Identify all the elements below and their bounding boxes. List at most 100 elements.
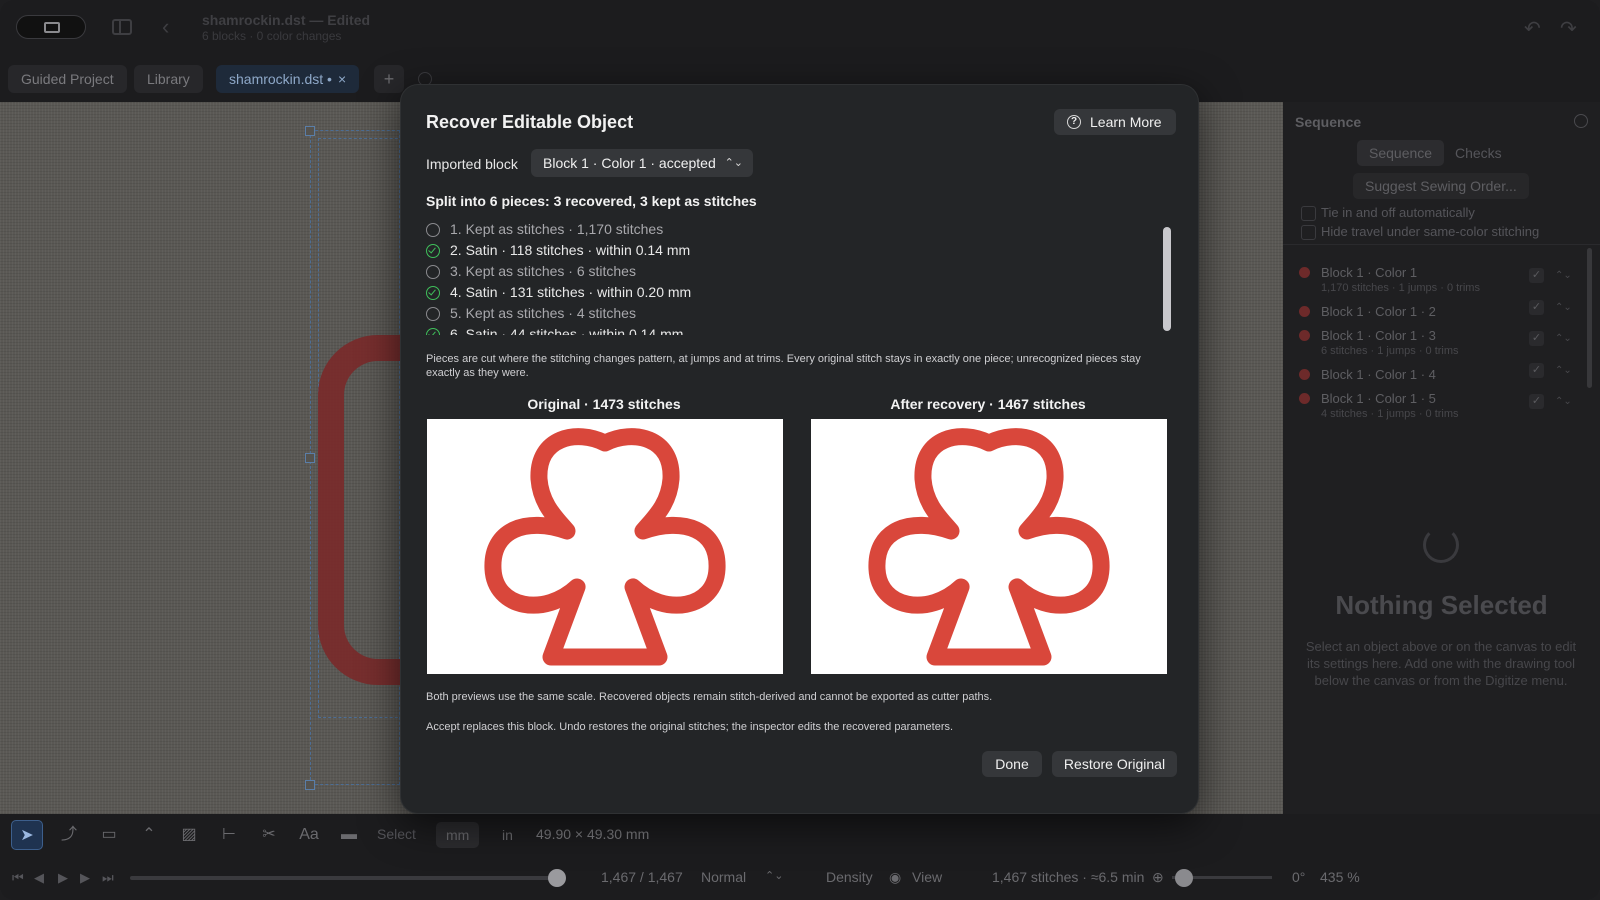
chevron-updown-icon: ⌃⌄ bbox=[724, 157, 743, 169]
ruler-tool-icon[interactable]: ▬ bbox=[333, 820, 365, 850]
visible-checkbox[interactable]: ✓ bbox=[1529, 394, 1544, 409]
reorder-icon[interactable]: ⌃⌄ bbox=[1555, 333, 1572, 344]
scrubber-knob[interactable] bbox=[548, 869, 566, 887]
list-item[interactable]: 6. Satin · 44 stitches · within 0.14 mm bbox=[426, 324, 1166, 335]
segment-sequence[interactable]: Sequence bbox=[1357, 140, 1445, 166]
skip-end-icon[interactable]: ⏭ bbox=[102, 870, 114, 886]
sidebar-toggle-icon[interactable] bbox=[112, 19, 132, 35]
color-swatch bbox=[1299, 369, 1310, 380]
reorder-icon[interactable]: ⌃⌄ bbox=[1555, 396, 1572, 407]
list-item[interactable]: Block 1 · Color 1 · 2 bbox=[1299, 304, 1436, 319]
check-circle-icon bbox=[426, 286, 440, 300]
after-preview-label: After recovery · 1467 stitches bbox=[890, 396, 1086, 412]
tab-label: Library bbox=[147, 71, 190, 87]
list-item[interactable]: Block 1 · Color 1 · 4 bbox=[1299, 367, 1436, 382]
density-toggle[interactable]: Density bbox=[826, 869, 873, 885]
tab-guided-project[interactable]: Guided Project bbox=[8, 65, 127, 93]
new-tab-button[interactable]: + bbox=[374, 65, 404, 93]
reorder-icon[interactable]: ⌃⌄ bbox=[1555, 365, 1572, 376]
tie-in-checkbox[interactable]: Tie in and off automatically bbox=[1301, 205, 1475, 221]
restore-original-button[interactable]: Restore Original bbox=[1052, 751, 1177, 777]
imported-block-value: Block 1 · Color 1 · accepted bbox=[543, 155, 716, 171]
view-menu[interactable]: View bbox=[912, 869, 942, 885]
select-tool-icon[interactable]: ➤ bbox=[11, 820, 43, 850]
resize-handle[interactable] bbox=[305, 780, 315, 790]
status-circle-icon bbox=[426, 265, 440, 279]
tab-label: Guided Project bbox=[21, 71, 114, 87]
imported-block-label: Imported block bbox=[426, 156, 518, 172]
scissors-icon[interactable]: ✂ bbox=[253, 820, 285, 850]
eye-icon: ◉ bbox=[889, 869, 902, 885]
block-name: Block 1 · Color 1 · 3 bbox=[1321, 328, 1436, 343]
list-item[interactable]: Block 1 · Color 1 1,170 stitches · 1 jump… bbox=[1299, 265, 1480, 294]
learn-more-button[interactable]: ? Learn More bbox=[1054, 109, 1176, 135]
visible-checkbox[interactable]: ✓ bbox=[1529, 300, 1544, 315]
reorder-icon[interactable]: ⌃⌄ bbox=[1555, 270, 1572, 281]
check-circle-icon bbox=[426, 328, 440, 335]
path-tool-icon[interactable]: ⤴ bbox=[53, 820, 85, 850]
list-item[interactable]: 2. Satin · 118 stitches · within 0.14 mm bbox=[426, 240, 1166, 261]
color-swatch bbox=[1299, 393, 1310, 404]
play-icon[interactable]: ▶ bbox=[58, 870, 68, 886]
hide-travel-checkbox[interactable]: Hide travel under same-color stitching bbox=[1300, 224, 1539, 240]
list-item[interactable]: 3. Kept as stitches · 6 stitches bbox=[426, 261, 1166, 282]
close-tab-icon[interactable]: × bbox=[338, 71, 346, 87]
shamrock-outline bbox=[484, 428, 726, 666]
skip-start-icon[interactable]: ⏮ bbox=[12, 870, 24, 886]
resize-handle[interactable] bbox=[305, 126, 315, 136]
text-tool-icon[interactable]: Aa bbox=[293, 820, 325, 850]
tab-library[interactable]: Library bbox=[134, 65, 203, 93]
playback-scrubber[interactable] bbox=[130, 876, 562, 880]
resize-handle[interactable] bbox=[305, 453, 315, 463]
visible-checkbox[interactable]: ✓ bbox=[1529, 331, 1544, 346]
target-icon: ⊕ bbox=[1152, 869, 1164, 885]
suggest-sewing-order-button[interactable]: Suggest Sewing Order... bbox=[1353, 173, 1529, 199]
rectangle-tool-icon[interactable]: ▭ bbox=[93, 820, 125, 850]
pieces-scrollbar[interactable] bbox=[1163, 227, 1171, 331]
sequence-panel: Sequence Sequence Checks Suggest Sewing … bbox=[1283, 102, 1600, 814]
panel-title: Sequence bbox=[1295, 114, 1362, 130]
title-bar: ‹ shamrockin.dst — Edited 6 blocks · 0 c… bbox=[0, 0, 1600, 56]
after-recovery-preview bbox=[811, 419, 1167, 674]
piece-label: 4. Satin · 131 stitches · within 0.20 mm bbox=[450, 284, 692, 300]
document-subtitle: 6 blocks · 0 color changes bbox=[202, 29, 342, 43]
imported-block-select[interactable]: Block 1 · Color 1 · accepted ⌃⌄ bbox=[531, 149, 753, 177]
fill-tool-icon[interactable]: ▨ bbox=[173, 820, 205, 850]
speed-select[interactable]: Normal bbox=[701, 869, 746, 885]
visible-checkbox[interactable]: ✓ bbox=[1529, 363, 1544, 378]
zoom-menu[interactable]: 435 % bbox=[1320, 869, 1360, 885]
undo-icon[interactable]: ↶ bbox=[1524, 16, 1541, 41]
unit-in-button[interactable]: in bbox=[492, 822, 523, 848]
tab-label: shamrockin.dst • bbox=[229, 71, 332, 87]
list-item[interactable]: 1. Kept as stitches · 1,170 stitches bbox=[426, 219, 1166, 240]
tab-document[interactable]: shamrockin.dst • × bbox=[216, 65, 360, 93]
done-button[interactable]: Done bbox=[982, 751, 1042, 777]
unit-mm-button[interactable]: mm bbox=[436, 822, 480, 848]
panel-scrollbar[interactable] bbox=[1587, 248, 1592, 388]
step-forward-icon[interactable]: ▶︎ bbox=[80, 870, 90, 886]
block-name: Block 1 · Color 1 · 5 bbox=[1321, 391, 1436, 406]
segment-checks[interactable]: Checks bbox=[1443, 140, 1514, 166]
list-item[interactable]: Block 1 · Color 1 · 5 4 stitches · 1 jump… bbox=[1299, 391, 1459, 420]
visible-checkbox[interactable]: ✓ bbox=[1529, 268, 1544, 283]
list-item[interactable]: Block 1 · Color 1 · 3 6 stitches · 1 jump… bbox=[1299, 328, 1459, 357]
step-back-icon[interactable]: ◀︎ bbox=[34, 870, 44, 886]
redo-icon[interactable]: ↷ bbox=[1560, 16, 1577, 41]
palette-icon[interactable] bbox=[1574, 114, 1588, 128]
question-icon: ? bbox=[1067, 115, 1081, 129]
block-detail: 6 stitches · 1 jumps · 0 trims bbox=[1321, 345, 1459, 357]
node-tool-icon[interactable]: ⊢ bbox=[213, 820, 245, 850]
list-item[interactable]: 4. Satin · 131 stitches · within 0.20 mm bbox=[426, 282, 1166, 303]
list-item[interactable]: 5. Kept as stitches · 4 stitches bbox=[426, 303, 1166, 324]
display-toggle-button[interactable] bbox=[16, 15, 86, 39]
back-chevron-icon[interactable]: ‹ bbox=[162, 14, 169, 40]
line-tool-icon[interactable]: ⌃ bbox=[133, 820, 165, 850]
pieces-list[interactable]: 1. Kept as stitches · 1,170 stitches 2. … bbox=[426, 219, 1166, 335]
block-name: Block 1 · Color 1 · 4 bbox=[1321, 367, 1436, 382]
reorder-icon[interactable]: ⌃⌄ bbox=[1555, 302, 1572, 313]
accept-footnote: Accept replaces this block. Undo restore… bbox=[426, 721, 954, 733]
nothing-selected-body: Select an object above or on the canvas … bbox=[1305, 639, 1577, 688]
learn-more-label: Learn More bbox=[1090, 114, 1162, 130]
shamrock-original-image bbox=[484, 428, 726, 666]
angle-knob[interactable] bbox=[1175, 869, 1193, 887]
